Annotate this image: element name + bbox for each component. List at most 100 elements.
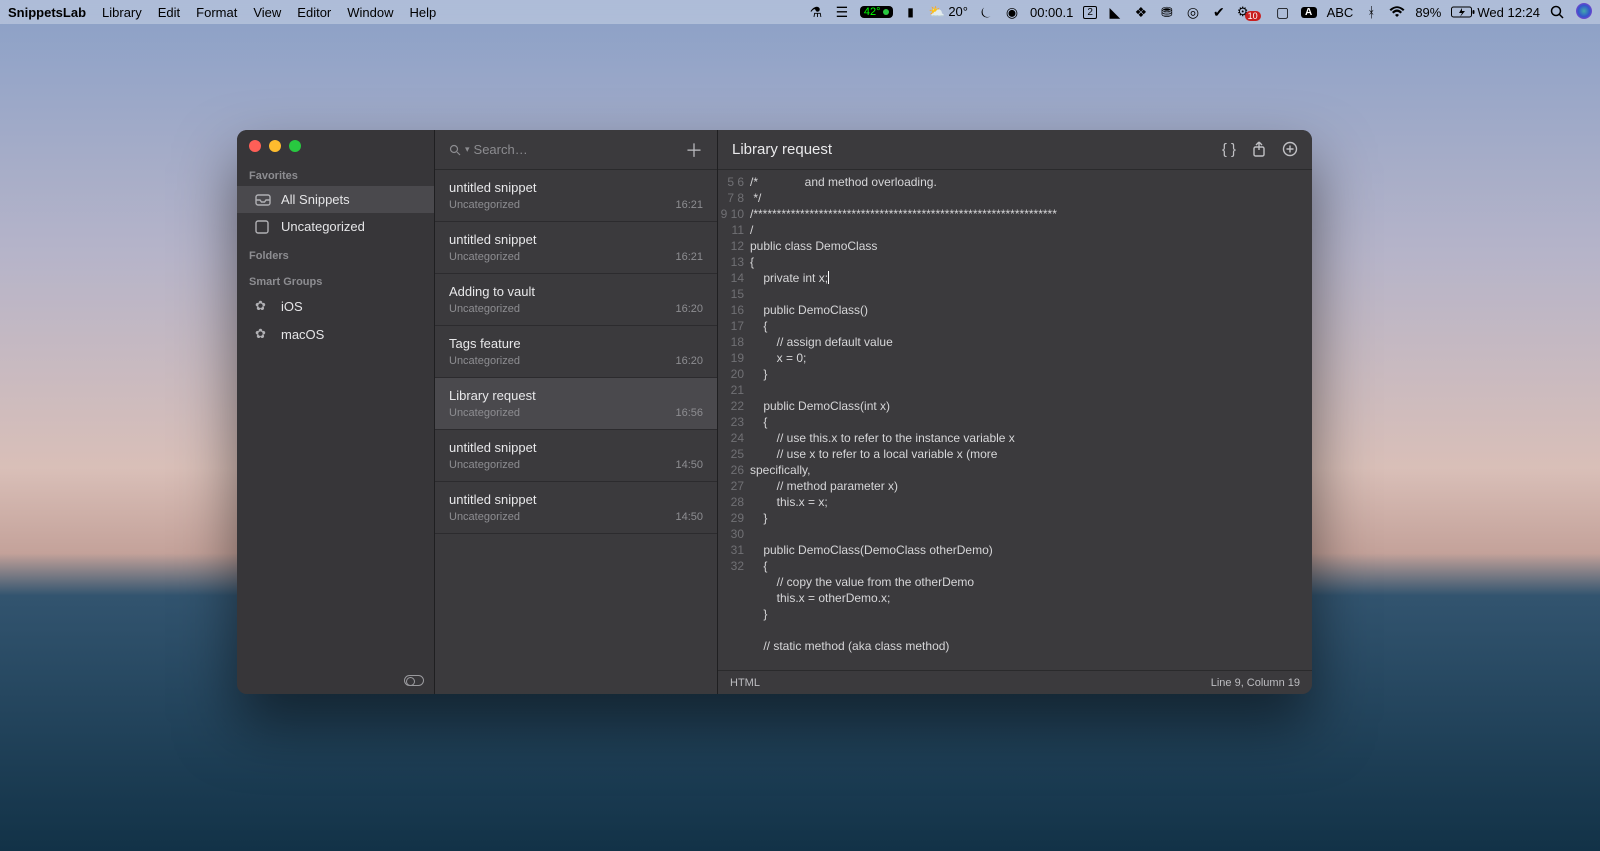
flask-icon[interactable]: ⚗︎ [808,4,824,21]
sidebar: Favorites All Snippets Uncategorized Fol… [237,130,435,694]
snippet-title: Tags feature [449,336,703,351]
snippet-time: 16:21 [675,199,703,211]
snippet-row[interactable]: untitled snippetUncategorized14:50 [435,430,717,482]
share-icon[interactable] [1252,141,1266,158]
sidebar-item-all-snippets[interactable]: All Snippets [237,186,434,213]
toggle-icon [404,675,424,686]
menu-view[interactable]: View [253,5,281,20]
gear-icon: ✿ [255,326,271,342]
snippet-title[interactable]: Library request [732,141,832,158]
bar-icon[interactable]: ▮ [903,5,919,19]
snippet-category: Uncategorized [449,303,520,315]
snippet-row[interactable]: Tags feature Uncategorized 16:20 [435,326,717,378]
snippet-row[interactable]: untitled snippetUncategorized16:21 [435,222,717,274]
minimize-window-button[interactable] [269,140,281,152]
menubar: SnippetsLab Library Edit Format View Edi… [0,0,1600,24]
chevron-down-icon[interactable]: ▾ [465,144,470,155]
sidebar-item-uncategorized[interactable]: Uncategorized [237,213,434,240]
wifi-icon[interactable] [1389,6,1405,18]
snippet-category: Uncategorized [449,199,520,211]
sidebar-item-label: All Snippets [281,192,350,207]
editor-header: Library request { } [718,130,1312,170]
camera-icon[interactable]: ◎ [1185,4,1201,21]
add-button[interactable] [1282,141,1298,158]
sidebar-toggle[interactable] [404,675,424,686]
folders-header: Folders [237,240,434,266]
gear-icon: ✿ [255,298,271,314]
news-icon[interactable]: ☰ [834,4,850,21]
language-selector[interactable]: HTML [730,677,760,689]
temp-badge[interactable]: 42° [860,6,893,18]
sidebar-item-label: Uncategorized [281,219,365,234]
menu-library[interactable]: Library [102,5,142,20]
search-input[interactable] [474,142,644,157]
add-snippet-button[interactable]: ＋ [685,137,703,163]
space-indicator[interactable]: 2 [1083,6,1097,19]
smart-groups-header: Smart Groups [237,266,434,292]
app-window: Favorites All Snippets Uncategorized Fol… [237,130,1312,694]
snippet-time: 14:50 [675,459,703,471]
snippet-time: 14:50 [675,511,703,523]
menu-editor[interactable]: Editor [297,5,331,20]
snippet-list: ▾ ＋ untitled snippetUncategorized16:21un… [435,130,718,694]
clock[interactable]: Wed 12:24 [1477,5,1540,20]
menu-format[interactable]: Format [196,5,237,20]
input-source[interactable]: ABC [1327,5,1354,20]
snippet-title: Library request [449,388,703,403]
dropbox-icon[interactable]: ⛃ [1159,4,1175,21]
snippet-time: 16:21 [675,251,703,263]
favorites-header: Favorites [237,160,434,186]
battery-percent[interactable]: 89% [1415,5,1441,20]
input-mode-icon[interactable]: A [1301,7,1317,18]
editor-status-bar: HTML Line 9, Column 19 [718,670,1312,694]
snippet-time: 16:20 [675,303,703,315]
check-icon[interactable]: ✔︎ [1211,4,1227,21]
battery-icon[interactable] [1451,6,1467,18]
snippet-row[interactable]: untitled snippet Uncategorized 14:50 [435,482,717,534]
spotlight-icon[interactable] [1550,5,1566,19]
airplay-icon[interactable]: ▢ [1275,4,1291,21]
search-icon [449,144,461,156]
apps-icon[interactable]: ❖ [1133,4,1149,21]
sidebar-item-label: iOS [281,299,303,314]
braces-icon[interactable]: { } [1222,141,1236,158]
triangle-icon[interactable]: ◣ [1107,4,1123,21]
menu-help[interactable]: Help [410,5,437,20]
gear-with-badge[interactable]: ⚙︎10 [1237,4,1265,20]
timer[interactable]: 00:00.1 [1030,5,1073,20]
snippet-time: 16:56 [675,407,703,419]
line-gutter: 5 6 7 8 9 10 11 12 13 14 15 16 17 18 19 … [718,170,750,670]
app-name[interactable]: SnippetsLab [8,5,86,20]
code-area[interactable]: 5 6 7 8 9 10 11 12 13 14 15 16 17 18 19 … [718,170,1312,670]
tray-icon [255,194,271,206]
code-content[interactable]: /* and method overloading. */ /*********… [750,170,1312,670]
snippet-row[interactable]: untitled snippet Uncategorized 16:21 [435,170,717,222]
snippet-category: Uncategorized [449,459,520,471]
sidebar-item-macos[interactable]: ✿ macOS [237,320,434,348]
editor-pane: Library request { } 5 6 7 8 9 10 11 12 1… [718,130,1312,694]
siri-icon[interactable] [1576,3,1592,22]
lock-icon[interactable]: ⏾ [978,4,994,21]
menu-edit[interactable]: Edit [158,5,180,20]
snippet-row[interactable]: Library request Uncategorized 16:56 [435,378,717,430]
snippet-title: untitled snippet [449,492,703,507]
weather-widget[interactable]: ⛅ 20° [929,4,968,20]
snippet-row[interactable]: Adding to vault Uncategorized 16:20 [435,274,717,326]
snippet-title: untitled snippet [449,180,703,195]
menu-window[interactable]: Window [347,5,393,20]
record-icon[interactable]: ◉ [1004,4,1020,21]
sidebar-item-ios[interactable]: ✿ iOS [237,292,434,320]
weather-temp: 20° [948,4,968,19]
snippet-title: Adding to vault [449,284,703,299]
square-icon [255,220,271,234]
traffic-lights [237,130,434,160]
close-window-button[interactable] [249,140,261,152]
fullscreen-window-button[interactable] [289,140,301,152]
snippet-category: Uncategorized [449,251,520,263]
snippet-time: 16:20 [675,355,703,367]
snippet-category: Uncategorized [449,355,520,367]
snippet-category: Uncategorized [449,511,520,523]
notification-badge: 10 [1245,11,1261,21]
snippet-category: Uncategorized [449,407,520,419]
bluetooth-icon[interactable]: ᚼ [1363,4,1379,20]
